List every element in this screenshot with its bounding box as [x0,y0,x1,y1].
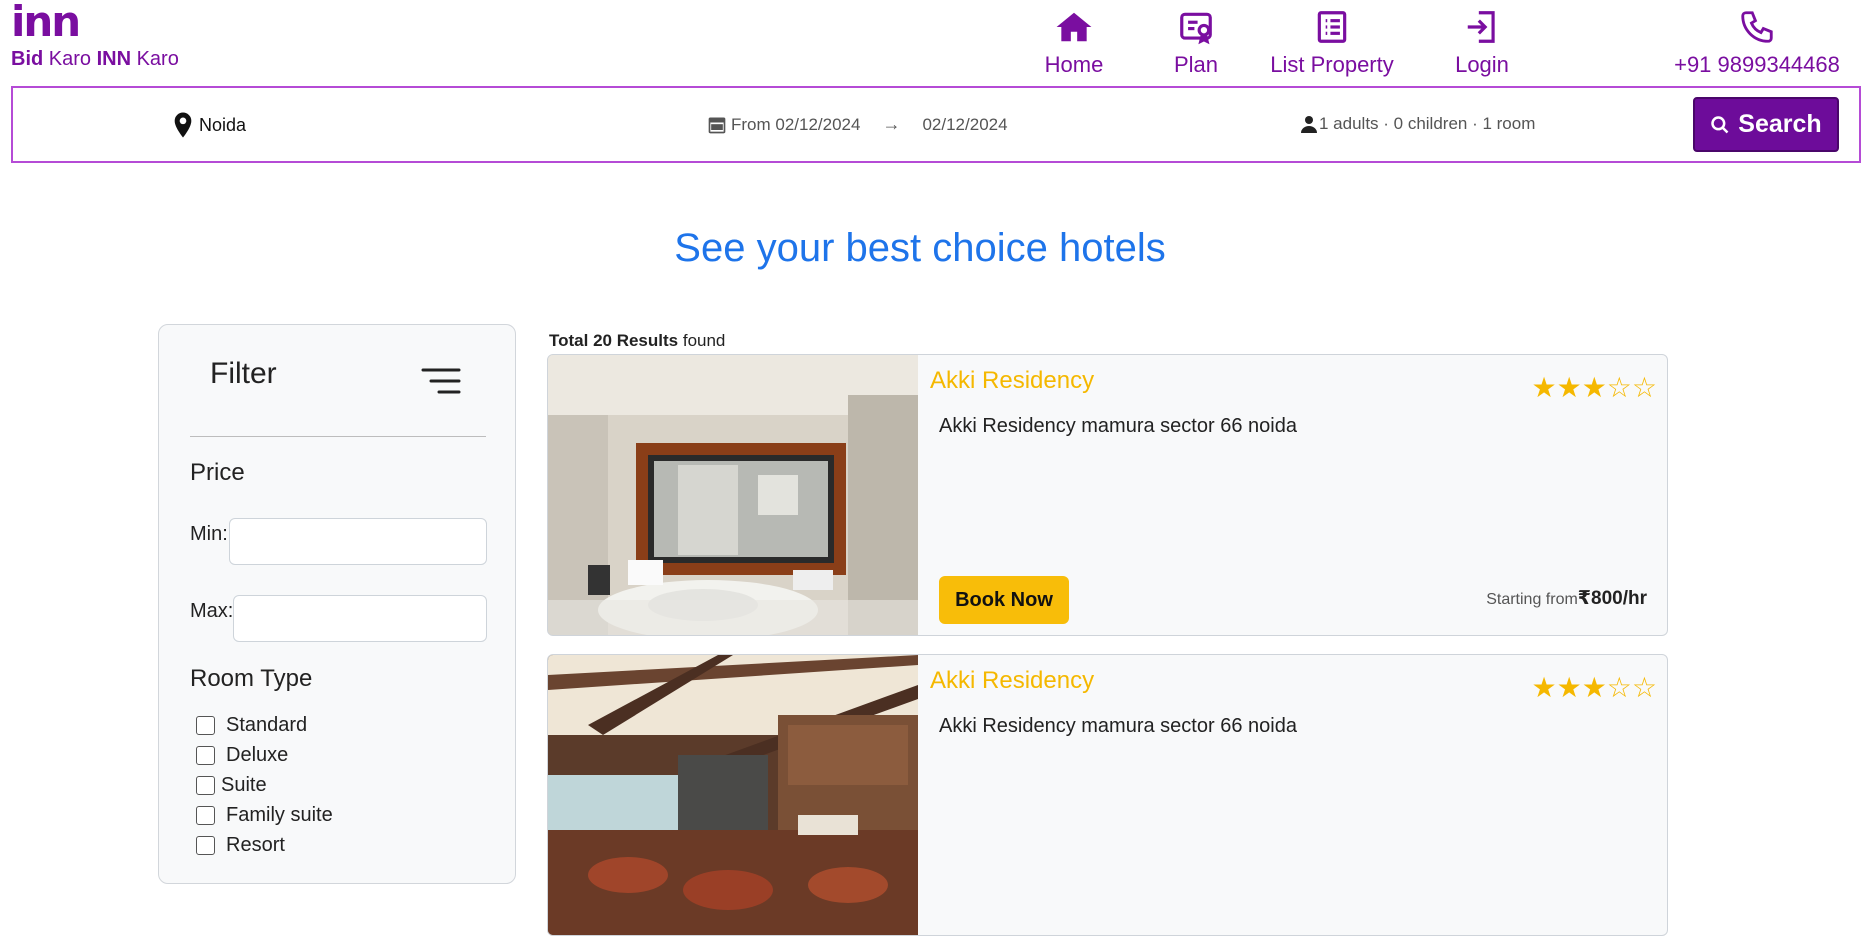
guests-value: 1 adults · 0 children · 1 room [1319,114,1536,133]
map-pin-icon [174,112,192,138]
price-heading: Price [190,459,245,486]
login-icon [1467,11,1495,43]
filter-lines-icon[interactable] [421,367,461,395]
arrow-right-icon: → [882,114,901,134]
hotel-card[interactable]: Akki Residency ★★★☆☆ Akki Residency mamu… [547,654,1668,936]
user-icon [1301,116,1317,133]
nav-phone-label: +91 9899344468 [1674,52,1840,77]
room-type-standard[interactable]: Standard [196,714,307,737]
checkbox[interactable] [196,716,215,735]
checkbox[interactable] [196,836,215,855]
brand-logo[interactable]: inn Bid Karo INN Karo [11,0,179,71]
nav-list-property[interactable]: List Property [1252,8,1412,78]
guests-field[interactable]: 1 adults · 0 children · 1 room [1301,114,1535,134]
filter-divider [190,436,486,437]
min-price-input[interactable] [229,518,487,565]
location-value: Noida [199,114,247,135]
site-header: inn Bid Karo INN Karo Home Plan List Pro… [0,0,1872,84]
star-rating: ★★★☆☆ [1531,672,1657,703]
checkbox[interactable] [196,806,215,825]
nav-login[interactable]: Login [1442,8,1522,78]
phone-icon [1741,11,1773,43]
room-type-family-suite[interactable]: Family suite [196,804,333,827]
room-type-label: Standard [226,714,308,736]
room-type-label: Resort [226,834,285,856]
nav-plan[interactable]: Plan [1156,8,1236,78]
room-type-label: Suite [221,774,267,796]
search-button[interactable]: Search [1693,97,1839,152]
room-type-resort[interactable]: Resort [196,834,285,857]
hotel-name[interactable]: Akki Residency [930,367,1094,395]
min-price-label: Min: [190,523,228,545]
search-icon [1711,115,1729,133]
date-range-field[interactable]: From 02/12/2024 → 02/12/2024 [707,114,1008,135]
hotel-address: Akki Residency mamura sector 66 noida [939,415,1297,437]
plan-icon [1180,12,1212,45]
hotel-price: Starting from ₹800/hr [1486,587,1647,610]
book-now-button[interactable]: Book Now [939,576,1069,624]
brand-tagline: Bid Karo INN Karo [11,48,179,70]
room-type-label: Family suite [226,804,333,826]
nav-phone[interactable]: +91 9899344468 [1672,8,1842,78]
hotel-address: Akki Residency mamura sector 66 noida [939,715,1297,737]
room-type-heading: Room Type [190,665,313,692]
max-price-input[interactable] [233,595,487,642]
room-type-deluxe[interactable]: Deluxe [196,744,288,767]
star-rating: ★★★☆☆ [1531,372,1657,403]
logo-mark: inn [11,0,81,46]
date-from: From 02/12/2024 [731,114,861,134]
date-to: 02/12/2024 [922,114,1008,134]
list-property-icon [1317,11,1347,43]
calendar-icon [708,117,726,133]
hotel-card[interactable]: Akki Residency ★★★☆☆ Akki Residency mamu… [547,354,1668,636]
price-value: ₹800/hr [1577,588,1647,609]
checkbox[interactable] [196,776,215,795]
nav-login-label: Login [1455,52,1509,77]
room-type-label: Deluxe [226,744,289,766]
filter-title: Filter [210,357,277,390]
checkbox[interactable] [196,746,215,765]
price-label: Starting from [1486,591,1578,608]
nav-home[interactable]: Home [1014,8,1134,78]
home-icon [1056,12,1092,42]
hotel-image[interactable] [548,355,918,635]
location-field[interactable]: Noida [173,112,246,138]
search-button-label: Search [1738,110,1822,138]
results-count: Total 20 Results found [549,331,726,350]
nav-plan-label: Plan [1173,52,1219,77]
max-price-label: Max: [190,600,234,622]
nav-home-label: Home [1044,52,1104,77]
nav-list-property-label: List Property [1270,52,1394,77]
room-type-suite[interactable]: Suite [196,774,267,797]
filter-panel: Filter Price Min: Max: Room Type Standar… [158,324,516,884]
hotel-name[interactable]: Akki Residency [930,667,1094,695]
search-bar: Noida From 02/12/2024 → 02/12/2024 1 adu… [11,86,1861,163]
hotel-image[interactable] [548,655,918,935]
page-title: See your best choice hotels [674,226,1166,270]
